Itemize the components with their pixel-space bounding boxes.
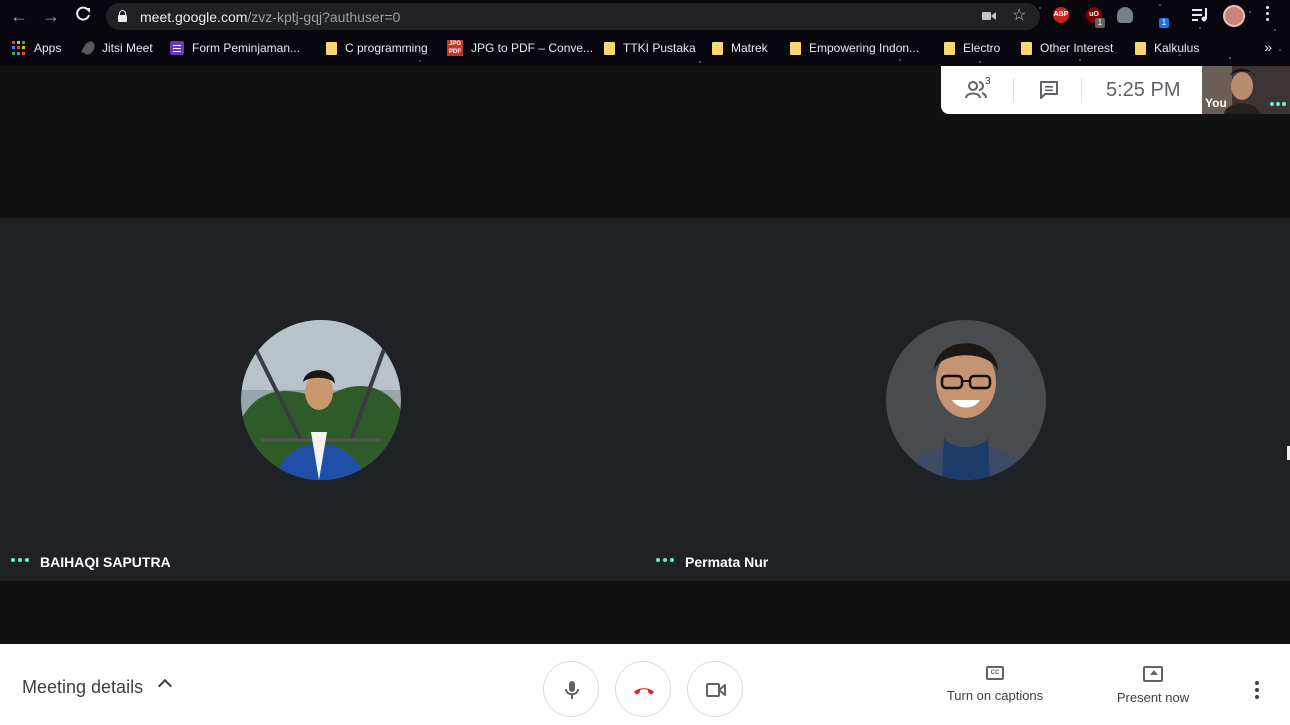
chevron-up-icon[interactable] [157,678,173,694]
camera-permission-icon[interactable] [982,7,996,25]
participant-name: BAIHAQI SAPUTRA [40,554,171,570]
microphone-icon [565,681,579,699]
self-audio-indicator [1270,102,1286,106]
microphone-button[interactable] [543,661,599,717]
chat-icon[interactable] [1039,80,1059,100]
bookmark-electro[interactable]: Electro [944,39,1000,57]
bookmark-jpg-to-pdf[interactable]: JPG PDF JPG to PDF – Conve... [447,39,593,57]
participant-grid: BAIHAQI SAPUTRA Permata Nur [0,218,1290,581]
participant-avatar [886,320,1046,480]
self-view-thumbnail[interactable]: You [1202,66,1290,114]
present-now-button[interactable]: Present now [1113,666,1193,705]
present-screen-icon [1143,666,1163,682]
address-bar[interactable]: meet.google.com/zvz-kptj-gqj?authuser=0 … [106,3,1040,30]
ublock-badge: 1 [1095,18,1105,28]
participant-avatar [241,320,401,480]
jpg-pdf-icon: JPG PDF [447,40,463,56]
bookmark-apps[interactable]: Apps [12,39,61,57]
apps-grid-icon [12,41,26,55]
meeting-clock: 5:25 PM [1106,79,1181,101]
present-label: Present now [1116,690,1190,705]
bookmark-empowering[interactable]: Empowering Indon... [790,39,919,57]
call-controls-bar: Meeting details CC Turn on captions Pres… [0,644,1290,725]
url-text[interactable]: meet.google.com/zvz-kptj-gqj?authuser=0 [140,9,400,25]
adblock-icon[interactable]: ABP [1053,7,1069,23]
bookmark-matrek[interactable]: Matrek [712,39,768,57]
bookmark-star-icon[interactable]: ☆ [1012,7,1026,25]
self-label: You [1205,96,1227,110]
participant-tile[interactable]: BAIHAQI SAPUTRA [0,218,645,581]
forward-icon[interactable]: → [40,5,62,27]
participant-count: 3 [985,76,991,87]
folder-icon [790,41,801,55]
counter-badge: 1 [1159,18,1169,28]
video-camera-icon [706,683,726,697]
leave-call-button[interactable] [615,661,671,717]
audio-indicator [11,558,29,564]
google-forms-icon [170,41,184,55]
captions-button[interactable]: CC Turn on captions [943,666,1047,703]
captions-label: Turn on captions [946,688,1044,703]
divider [1081,78,1082,102]
more-options-icon[interactable] [1255,681,1259,699]
bookmark-other-interest[interactable]: Other Interest [1021,39,1113,57]
back-icon[interactable]: ← [8,5,30,27]
top-info-panel: 3 5:25 PM [941,66,1202,114]
bookmark-c-programming[interactable]: C programming [326,39,428,57]
meet-stage: 3 5:25 PM You BAIHAQI SAPUTRA Permata Nu… [0,66,1290,725]
lock-icon [118,10,127,22]
meeting-details-button[interactable]: Meeting details [22,677,143,698]
bookmarks-bar: Apps Jitsi Meet Form Peminjaman... C pro… [0,33,1290,62]
folder-icon [1021,41,1032,55]
feather-icon [81,39,97,57]
divider [1013,78,1014,102]
hang-up-icon [634,688,654,695]
participant-tile[interactable]: Permata Nur [645,218,1290,581]
folder-icon [604,41,615,55]
bookmarks-overflow-button[interactable]: » [1264,39,1272,55]
camera-button[interactable] [687,661,743,717]
folder-icon [712,41,723,55]
bookmark-ttki-pustaka[interactable]: TTKI Pustaka [604,39,696,57]
audio-indicator [656,558,674,564]
media-queue-icon[interactable] [1192,8,1210,27]
browser-menu-icon[interactable] [1266,6,1269,21]
bookmark-jitsi[interactable]: Jitsi Meet [81,39,153,57]
folder-icon [1135,41,1146,55]
bookmark-kalkulus[interactable]: Kalkulus [1135,39,1199,57]
participant-name: Permata Nur [685,554,769,570]
folder-icon [944,41,955,55]
folder-icon [326,41,337,55]
cloud-extension-icon[interactable] [1117,7,1133,23]
closed-captions-icon: CC [986,666,1004,680]
bookmark-form[interactable]: Form Peminjaman... [170,39,300,57]
profile-avatar[interactable] [1223,5,1245,27]
reload-icon[interactable] [72,5,94,27]
